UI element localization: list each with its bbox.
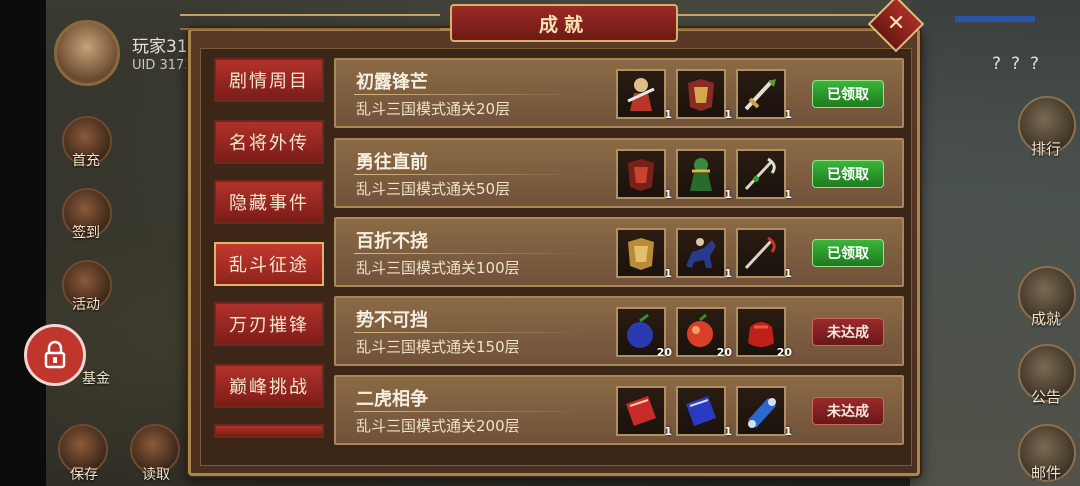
achievement-row: 势不可挡 乱斗三国模式通关150层 20 20 20 未达成 — [334, 296, 904, 366]
title-ornament-left — [180, 14, 440, 30]
sword-icon[interactable]: 1 — [736, 69, 792, 121]
red-book-icon[interactable]: 1 — [616, 386, 672, 438]
achievement-title: 勇往直前 — [356, 152, 428, 173]
item-count: 1 — [784, 425, 792, 438]
achievement-desc: 乱斗三国模式通关20层 — [356, 100, 511, 118]
tab-label: 名将外传 — [229, 133, 309, 154]
achievement-desc: 乱斗三国模式通关100层 — [356, 259, 520, 277]
tab-label: 万刃摧锋 — [229, 315, 309, 336]
tab-partial[interactable] — [214, 424, 324, 438]
title-ornament-right — [676, 14, 876, 30]
item-count: 20 — [776, 346, 792, 359]
row-divider — [354, 253, 584, 254]
row-divider — [354, 94, 584, 95]
blade-icon[interactable]: 1 — [736, 228, 792, 280]
status-badge-not-reached: 未达成 — [812, 318, 884, 346]
item-count: 20 — [716, 346, 732, 359]
blue-fruit-icon[interactable]: 20 — [616, 307, 672, 359]
warrior-icon[interactable]: 1 — [616, 69, 672, 121]
item-count: 1 — [784, 267, 792, 280]
item-count: 1 — [724, 267, 732, 280]
scroll-icon[interactable]: 1 — [736, 386, 792, 438]
screen-edge — [0, 0, 46, 486]
first-recharge-label: 首充 — [72, 153, 100, 169]
item-count: 1 — [724, 425, 732, 438]
tab-brawl-journey[interactable]: 乱斗征途 — [214, 242, 324, 286]
item-count: 1 — [784, 188, 792, 201]
tab-blade-assault[interactable]: 万刃摧锋 — [214, 302, 324, 346]
progress-bar — [955, 16, 1035, 22]
tab-label: 乱斗征途 — [229, 255, 309, 276]
panel-title: 成就 — [538, 13, 589, 36]
item-count: 20 — [656, 346, 672, 359]
player-avatar[interactable] — [54, 20, 120, 86]
achievement-title: 势不可挡 — [356, 310, 428, 331]
save-label: 保存 — [70, 467, 98, 483]
achievement-row: 百折不挠 乱斗三国模式通关100层 1 1 1 已领取 — [334, 217, 904, 287]
player-uid: UID 3173 — [132, 58, 193, 73]
tab-peak-challenge[interactable]: 巅峰挑战 — [214, 364, 324, 408]
armor-icon[interactable]: 1 — [676, 69, 732, 121]
achievement-row: 初露锋芒 乱斗三国模式通关20层 1 1 1 已领取 — [334, 58, 904, 128]
item-count: 1 — [664, 108, 672, 121]
item-count: 1 — [664, 188, 672, 201]
blue-book-icon[interactable]: 1 — [676, 386, 732, 438]
row-divider — [354, 174, 584, 175]
status-badge-not-reached: 未达成 — [812, 397, 884, 425]
achievement-title: 二虎相争 — [356, 389, 428, 410]
horse-icon[interactable]: 1 — [676, 228, 732, 280]
achievement-desc: 乱斗三国模式通关50层 — [356, 180, 511, 198]
item-count: 1 — [664, 267, 672, 280]
item-count: 1 — [724, 108, 732, 121]
item-count: 1 — [664, 425, 672, 438]
status-badge-claimed: 已领取 — [812, 239, 884, 267]
achievement-title: 百折不挠 — [356, 231, 428, 252]
warrior-icon[interactable]: 1 — [676, 149, 732, 201]
tab-hidden-events[interactable]: 隐藏事件 — [214, 180, 324, 224]
row-divider — [354, 411, 584, 412]
tab-story-cycle[interactable]: 剧情周目 — [214, 58, 324, 102]
status-badge-claimed: 已领取 — [812, 160, 884, 188]
item-count: 1 — [724, 188, 732, 201]
armor-icon[interactable]: 1 — [616, 228, 672, 280]
panel-title-plate: 成就 — [450, 4, 678, 42]
activity-label: 活动 — [72, 297, 100, 313]
blade-icon[interactable]: 1 — [736, 149, 792, 201]
tab-famous-generals[interactable]: 名将外传 — [214, 120, 324, 164]
tab-label: 隐藏事件 — [229, 193, 309, 214]
tab-label: 巅峰挑战 — [229, 377, 309, 398]
achievement-desc: 乱斗三国模式通关200层 — [356, 417, 520, 435]
red-fruit-icon[interactable]: 20 — [676, 307, 732, 359]
notice-label: 公告 — [1030, 388, 1061, 406]
load-label: 读取 — [142, 467, 170, 483]
ranking-label: 排行 — [1030, 140, 1061, 158]
armor-icon[interactable]: 1 — [616, 149, 672, 201]
help-marks[interactable]: ??? — [992, 54, 1049, 74]
lock-icon — [44, 340, 66, 369]
sign-in-label: 签到 — [72, 225, 100, 241]
close-icon: ✕ — [886, 11, 906, 36]
achievement-row: 勇往直前 乱斗三国模式通关50层 1 1 1 已领取 — [334, 138, 904, 208]
achievement-row: 二虎相争 乱斗三国模式通关200层 1 1 1 未达成 — [334, 375, 904, 445]
achievement-title: 初露锋芒 — [356, 72, 428, 93]
item-count: 1 — [784, 108, 792, 121]
row-divider — [354, 332, 584, 333]
achievement-desc: 乱斗三国模式通关150层 — [356, 338, 520, 356]
mail-label: 邮件 — [1030, 464, 1061, 482]
red-pouch-icon[interactable]: 20 — [736, 307, 792, 359]
status-badge-claimed: 已领取 — [812, 80, 884, 108]
lock-button[interactable] — [24, 324, 86, 386]
achievement-label: 成就 — [1030, 310, 1061, 328]
tab-label: 剧情周目 — [229, 71, 309, 92]
